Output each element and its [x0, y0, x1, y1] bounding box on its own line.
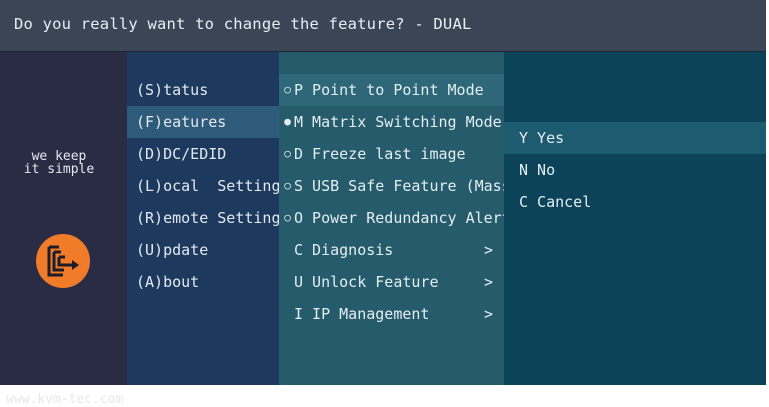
radio-selected-icon: ● — [284, 115, 291, 128]
osd-screen: Do you really want to change the feature… — [0, 0, 769, 407]
feature-item-label: P Point to Point Mode — [294, 81, 484, 99]
radio-unselected-icon: ○ — [284, 147, 291, 160]
feature-item-label: U Unlock Feature — [294, 273, 439, 291]
feature-item-label: I IP Management — [294, 305, 430, 323]
main-menu-item-status[interactable]: (S)tatus — [127, 74, 279, 106]
radio-unselected-icon: ○ — [284, 179, 291, 192]
main-menu-item-features[interactable]: (F)eatures — [127, 106, 279, 138]
title-bar: Do you really want to change the feature… — [0, 0, 766, 52]
slogan: we keep it simple — [0, 150, 118, 176]
feature-item-label: O Power Redundancy Alert — [294, 209, 504, 227]
feature-item-ip-management[interactable]: I IP Management > — [279, 298, 504, 330]
main-menu-item-remote-settings[interactable]: (R)emote Settings — [127, 202, 290, 234]
brand-panel: we keep it simple www.kvm-tec.com — [0, 52, 127, 407]
chevron-right-icon: > — [484, 241, 494, 259]
feature-item-power-redundancy[interactable]: ○ O Power Redundancy Alert — [279, 202, 504, 234]
main-menu-item-update[interactable]: (U)pdate — [127, 234, 279, 266]
feature-item-matrix-switching[interactable]: ● M Matrix Switching Mode — [279, 106, 504, 138]
confirm-no-option[interactable]: N No — [504, 154, 766, 186]
dialog-title: Do you really want to change the feature… — [14, 15, 472, 33]
features-menu: ○ P Point to Point Mode ● M Matrix Switc… — [279, 52, 504, 385]
confirm-yes-option[interactable]: Y Yes — [504, 122, 766, 154]
feature-item-freeze-last-image[interactable]: ○ D Freeze last image — [279, 138, 504, 170]
confirm-menu: Y Yes N No C Cancel — [504, 52, 766, 385]
feature-item-label: D Freeze last image — [294, 145, 466, 163]
chevron-right-icon: > — [484, 305, 494, 323]
slogan-line-2: it simple — [23, 162, 95, 177]
radio-unselected-icon: ○ — [284, 83, 291, 96]
main-menu-item-local-settings[interactable]: (L)ocal Settings — [127, 170, 290, 202]
radio-unselected-icon: ○ — [284, 211, 291, 224]
chevron-right-icon: > — [484, 273, 494, 291]
main-menu-item-about[interactable]: (A)bout — [127, 266, 279, 298]
feature-item-unlock-feature[interactable]: U Unlock Feature > — [279, 266, 504, 298]
main-menu: (S)tatus (F)eatures (D)DC/EDID (L)ocal S… — [127, 52, 290, 385]
feature-item-point-to-point[interactable]: ○ P Point to Point Mode — [279, 74, 504, 106]
feature-item-label: C Diagnosis — [294, 241, 394, 259]
main-menu-item-ddc-edid[interactable]: (D)DC/EDID — [127, 138, 279, 170]
website-url: www.kvm-tec.com — [6, 392, 124, 407]
kvm-tec-logo-icon — [35, 233, 91, 289]
feature-item-usb-safe[interactable]: ○ S USB Safe Feature (Mass S — [279, 170, 504, 202]
feature-item-diagnosis[interactable]: C Diagnosis > — [279, 234, 504, 266]
feature-item-label: M Matrix Switching Mode — [294, 113, 502, 131]
feature-item-label: S USB Safe Feature (Mass S — [294, 177, 504, 195]
confirm-cancel-option[interactable]: C Cancel — [504, 186, 766, 218]
